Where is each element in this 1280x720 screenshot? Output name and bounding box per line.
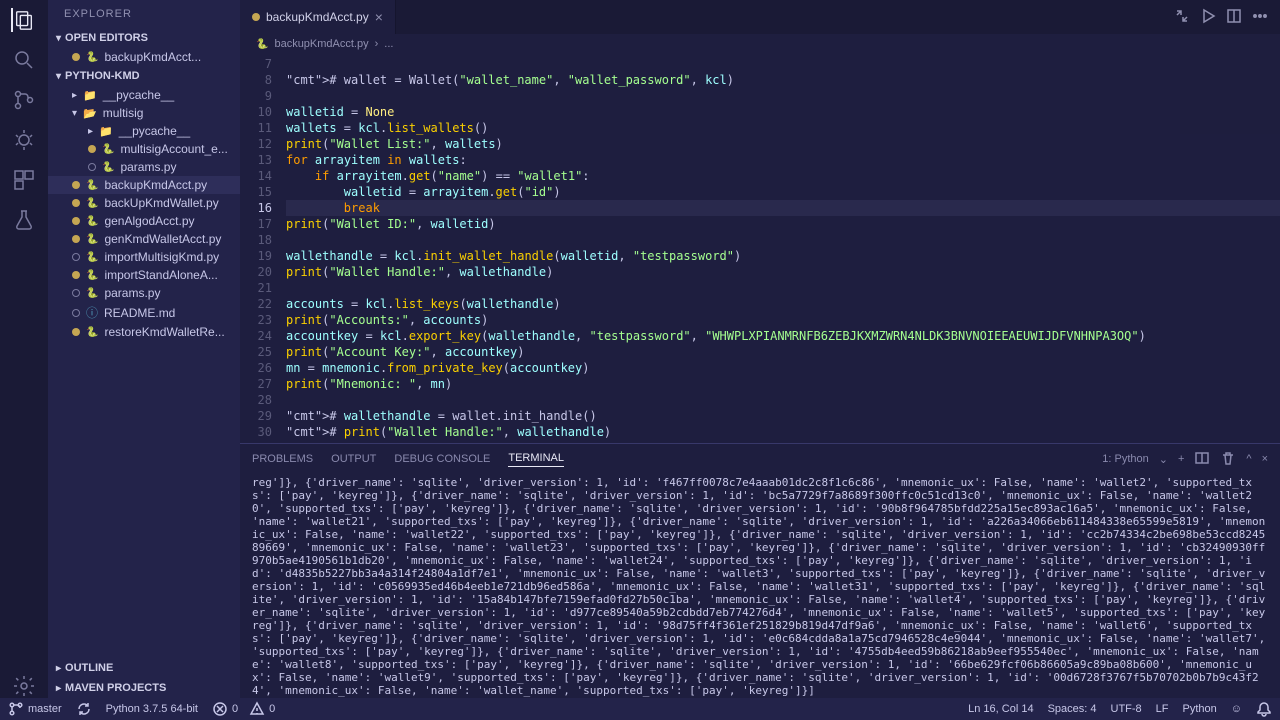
activity-bar — [0, 0, 48, 698]
terminal-session-selector[interactable]: 1: Python — [1102, 453, 1148, 465]
explorer-icon[interactable] — [11, 8, 35, 32]
tab-filename: backupKmdAcct.py — [266, 10, 369, 24]
file-gen-algod[interactable]: 🐍genAlgodAcct.py — [48, 212, 240, 230]
open-editor-item[interactable]: 🐍backupKmdAcct... — [48, 48, 240, 66]
folder-pycache[interactable]: ▸📁__pycache__ — [48, 86, 240, 104]
tab-close-icon[interactable]: × — [375, 9, 383, 25]
more-actions-icon[interactable] — [1252, 8, 1268, 27]
tab-backup-acct[interactable]: backupKmdAcct.py × — [240, 0, 396, 34]
status-notifications-icon[interactable] — [1256, 701, 1272, 717]
file-multisig-account[interactable]: 🐍multisigAccount_e... — [48, 140, 240, 158]
breadcrumb[interactable]: 🐍 backupKmdAcct.py › ... — [240, 34, 1280, 54]
outline-header[interactable]: ▸OUTLINE — [48, 658, 240, 678]
file-params[interactable]: 🐍params.py — [48, 284, 240, 302]
debug-icon[interactable] — [12, 128, 36, 152]
chevron-down-icon[interactable]: ⌄ — [1159, 453, 1168, 466]
project-root-header[interactable]: ▾PYTHON-KMD — [48, 66, 240, 86]
panel-tab-terminal[interactable]: TERMINAL — [508, 452, 564, 467]
source-control-icon[interactable] — [12, 88, 36, 112]
code-content[interactable]: "cmt"># wallet = Wallet("wallet_name", "… — [286, 54, 1280, 443]
status-bar: master Python 3.7.5 64-bit 0 0 Ln 16, Co… — [0, 698, 1280, 720]
status-problems[interactable]: 0 0 — [212, 701, 275, 717]
open-editors-label: OPEN EDITORS — [65, 32, 148, 44]
file-restore[interactable]: 🐍restoreKmdWalletRe... — [48, 323, 240, 341]
sidebar-title: EXPLORER — [48, 0, 240, 28]
tab-bar: backupKmdAcct.py × — [240, 0, 1280, 34]
maven-header[interactable]: ▸MAVEN PROJECTS — [48, 678, 240, 698]
status-feedback-icon[interactable]: ☺ — [1231, 701, 1242, 717]
editor-area: backupKmdAcct.py × 🐍 backupKmdAcct.py › … — [240, 0, 1280, 698]
file-backup-acct[interactable]: 🐍backupKmdAcct.py — [48, 176, 240, 194]
compare-changes-icon[interactable] — [1174, 8, 1190, 27]
code-editor[interactable]: 7891011121314151617181920212223242526272… — [240, 54, 1280, 443]
status-branch[interactable]: master — [8, 701, 62, 717]
sidebar: EXPLORER ▾OPEN EDITORS 🐍backupKmdAcct...… — [48, 0, 240, 698]
settings-gear-icon[interactable] — [12, 674, 36, 698]
file-multisig-params[interactable]: 🐍params.py — [48, 158, 240, 176]
status-sync[interactable] — [76, 701, 92, 717]
open-editor-filename: backupKmdAcct... — [104, 50, 201, 64]
bottom-panel: PROBLEMS OUTPUT DEBUG CONSOLE TERMINAL 1… — [240, 443, 1280, 698]
file-readme[interactable]: ⓘREADME.md — [48, 302, 240, 323]
status-indentation[interactable]: Spaces: 4 — [1048, 701, 1097, 717]
project-root-label: PYTHON-KMD — [65, 70, 140, 82]
run-icon[interactable] — [1200, 8, 1216, 27]
split-editor-icon[interactable] — [1226, 8, 1242, 27]
file-import-multisig[interactable]: 🐍importMultisigKmd.py — [48, 248, 240, 266]
search-icon[interactable] — [12, 48, 36, 72]
kill-terminal-icon[interactable] — [1220, 450, 1236, 469]
extensions-icon[interactable] — [12, 168, 36, 192]
status-python-version[interactable]: Python 3.7.5 64-bit — [106, 703, 198, 715]
test-icon[interactable] — [12, 208, 36, 232]
tab-modified-indicator — [252, 13, 260, 21]
panel-tab-output[interactable]: OUTPUT — [331, 453, 376, 465]
maximize-panel-icon[interactable]: ^ — [1246, 453, 1251, 465]
split-terminal-icon[interactable] — [1194, 450, 1210, 469]
close-panel-icon[interactable]: × — [1262, 453, 1268, 465]
folder-multisig[interactable]: ▾📂multisig — [48, 104, 240, 122]
status-line-col[interactable]: Ln 16, Col 14 — [968, 701, 1033, 717]
new-terminal-icon[interactable]: + — [1178, 453, 1184, 465]
status-eol[interactable]: LF — [1156, 701, 1169, 717]
folder-multisig-pycache[interactable]: ▸📁__pycache__ — [48, 122, 240, 140]
panel-tab-problems[interactable]: PROBLEMS — [252, 453, 313, 465]
status-encoding[interactable]: UTF-8 — [1111, 701, 1142, 717]
panel-tab-debug[interactable]: DEBUG CONSOLE — [394, 453, 490, 465]
file-import-standalone[interactable]: 🐍importStandAloneA... — [48, 266, 240, 284]
line-gutter: 7891011121314151617181920212223242526272… — [240, 54, 286, 443]
terminal-output[interactable]: reg']}, {'driver_name': 'sqlite', 'drive… — [240, 474, 1280, 698]
file-backup-wallet[interactable]: 🐍backUpKmdWallet.py — [48, 194, 240, 212]
open-editors-header[interactable]: ▾OPEN EDITORS — [48, 28, 240, 48]
status-language[interactable]: Python — [1183, 701, 1217, 717]
file-gen-kmd-wallet[interactable]: 🐍genKmdWalletAcct.py — [48, 230, 240, 248]
panel-tabs: PROBLEMS OUTPUT DEBUG CONSOLE TERMINAL 1… — [240, 444, 1280, 474]
